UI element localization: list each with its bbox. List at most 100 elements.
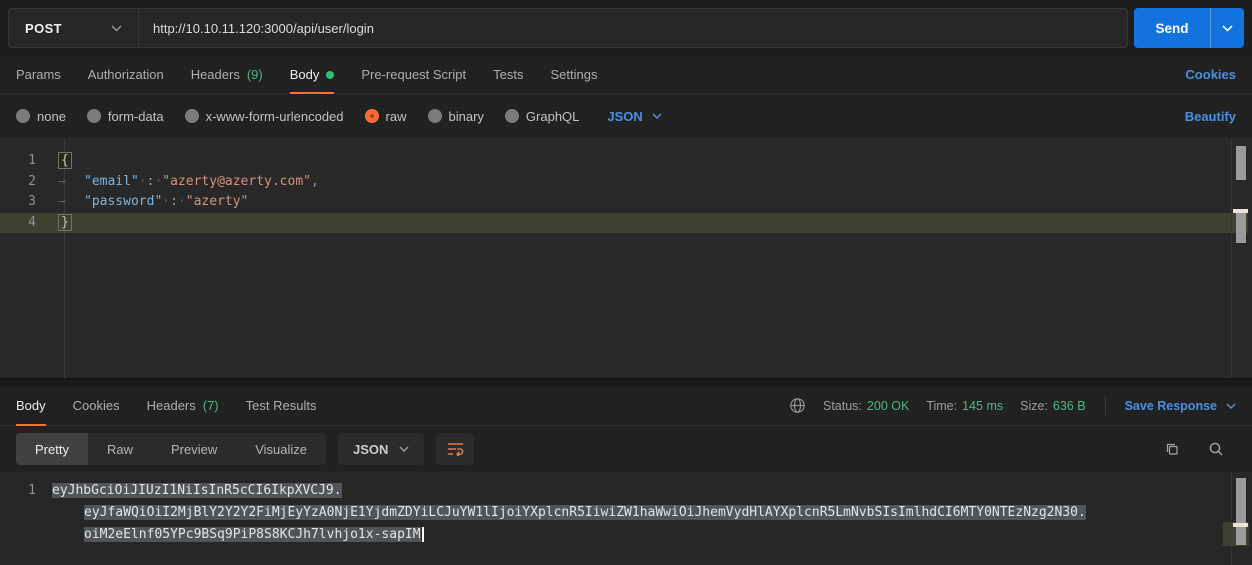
tab-headers[interactable]: Headers(9) [191,56,263,93]
chevron-down-icon [652,113,662,119]
request-url-bar: POST Send [0,0,1252,56]
body-type-radio-raw[interactable]: raw [365,109,407,124]
size-value: 636 B [1053,399,1086,413]
body-type-radio-graphql[interactable]: GraphQL [505,109,579,124]
radio-icon [185,109,199,123]
send-button[interactable]: Send [1134,8,1210,48]
method-select[interactable]: POST [9,9,139,47]
line-number: 2 [0,172,50,193]
response-language-select[interactable]: JSON [338,433,424,465]
time-badge: Time: 145 ms [926,399,1003,413]
search-icon[interactable] [1208,441,1224,457]
copy-icon[interactable] [1164,441,1180,457]
token-punc: , [311,174,319,189]
url-input[interactable] [139,9,1127,47]
token-bracket: } [58,214,72,231]
tab-pre-request-script[interactable]: Pre-request Script [361,56,466,93]
body-type-options: none form-data x-www-form-urlencoded raw bin… [16,109,579,124]
response-toolbar: PrettyRawPreviewVisualize JSON [0,426,1252,472]
line-content: { [50,151,72,172]
tab-label: Params [16,67,61,82]
radio-icon [365,109,379,123]
send-button-group: Send [1134,8,1244,48]
code-line-4[interactable]: 4} [0,213,1252,234]
view-mode-raw[interactable]: Raw [88,433,152,465]
body-language-label: JSON [607,109,642,124]
tab-label: Headers [191,67,240,82]
radio-label: x-www-form-urlencoded [206,109,344,124]
response-tool-icons [1164,441,1236,457]
request-body-editor[interactable]: 1{2→"email"·:·"azerty@azerty.com",3→"pas… [0,138,1252,378]
body-type-row: none form-data x-www-form-urlencoded raw bin… [0,94,1252,138]
wrap-lines-button[interactable] [436,433,474,465]
body-language-select[interactable]: JSON [607,109,661,124]
tab-body[interactable]: Body [16,386,46,425]
tab-label: Settings [550,67,597,82]
time-value: 145 ms [962,399,1003,413]
line-number: 1 [0,151,50,172]
token-key: "password" [84,194,162,209]
chevron-down-icon [1222,25,1233,32]
tab-settings[interactable]: Settings [550,56,597,93]
view-mode-visualize[interactable]: Visualize [236,433,326,465]
status-value: 200 OK [867,399,909,413]
response-token-text: oiM2eElnf05YPc9BSq9PiP8S8KCJh7lvhjo1x-sa… [84,527,421,542]
network-globe-icon[interactable] [789,397,806,414]
tab-label: Test Results [246,398,317,413]
tab-label: Cookies [73,398,120,413]
editor-lines: 1{2→"email"·:·"azerty@azerty.com",3→"pas… [0,151,1252,233]
tab-test-results[interactable]: Test Results [246,386,317,425]
line-number: 4 [0,213,50,234]
tab-tests[interactable]: Tests [493,56,523,93]
editor-scrollbar-thumb[interactable] [1236,146,1246,180]
response-token-rows: eyJhbGciOiJIUzI1NiIsInR5cCI6IkpXVCJ9. eyJ… [52,480,1252,546]
tab-label: Body [290,67,320,82]
beautify-link[interactable]: Beautify [1185,109,1236,124]
tab-label: Body [16,398,46,413]
radio-label: GraphQL [526,109,579,124]
response-meta: Status: 200 OK Time: 145 ms Size: 636 B … [789,386,1236,425]
tab-count-badge: (7) [203,398,219,413]
url-group: POST [8,8,1128,48]
cookies-link[interactable]: Cookies [1185,67,1236,82]
editor-scrollbar-marker[interactable] [1236,213,1246,243]
response-token-text: eyJfaWQiOiI2MjBlY2Y2Y2FiMjEyYzA0NjE1Yjdm… [84,505,1086,520]
pane-resize-handle[interactable] [0,378,1252,386]
code-line-1[interactable]: 1{ [0,151,1252,172]
tab-headers[interactable]: Headers (7) [147,386,219,425]
response-token-row-1: eyJhbGciOiJIUzI1NiIsInR5cCI6IkpXVCJ9. [52,480,1252,502]
response-tabs-row: Body Cookies Headers (7) Test Results Status… [0,386,1252,426]
tab-authorization[interactable]: Authorization [88,56,164,93]
code-line-2[interactable]: 2→"email"·:·"azerty@azerty.com", [0,172,1252,193]
response-view-modes: PrettyRawPreviewVisualize [16,433,326,465]
chevron-down-icon [1226,403,1236,409]
response-scrollbar-thumb[interactable] [1236,478,1246,545]
text-cursor [422,527,424,542]
radio-icon [428,109,442,123]
code-line-3[interactable]: 3→"password"·:·"azerty" [0,192,1252,213]
editor-scrollbar-track [1231,139,1232,378]
send-options-button[interactable] [1210,8,1244,48]
token-ws: · [139,174,147,189]
tab-label: Headers [147,398,196,413]
token-str: "azerty" [186,194,249,209]
body-type-radio-binary[interactable]: binary [428,109,484,124]
view-mode-pretty[interactable]: Pretty [16,433,88,465]
view-mode-preview[interactable]: Preview [152,433,236,465]
tab-cookies[interactable]: Cookies [73,386,120,425]
body-type-radio-none[interactable]: none [16,109,66,124]
response-cursor-annotation [1233,523,1248,527]
body-type-radio-form-data[interactable]: form-data [87,109,164,124]
tab-params[interactable]: Params [16,56,61,93]
response-body-viewer[interactable]: 1 eyJhbGciOiJIUzI1NiIsInR5cCI6IkpXVCJ9.e… [0,472,1252,565]
tab-body[interactable]: Body [290,56,335,93]
divider [1105,397,1106,415]
time-label: Time: [926,399,957,413]
line-content: →"email"·:·"azerty@azerty.com", [50,172,319,193]
save-response-button[interactable]: Save Response [1125,399,1236,413]
token-tab: → [58,172,84,193]
token-bracket: { [58,152,72,169]
token-tab: → [58,192,84,213]
tab-label: Authorization [88,67,164,82]
body-type-radio-x-www-form-urlencoded[interactable]: x-www-form-urlencoded [185,109,344,124]
